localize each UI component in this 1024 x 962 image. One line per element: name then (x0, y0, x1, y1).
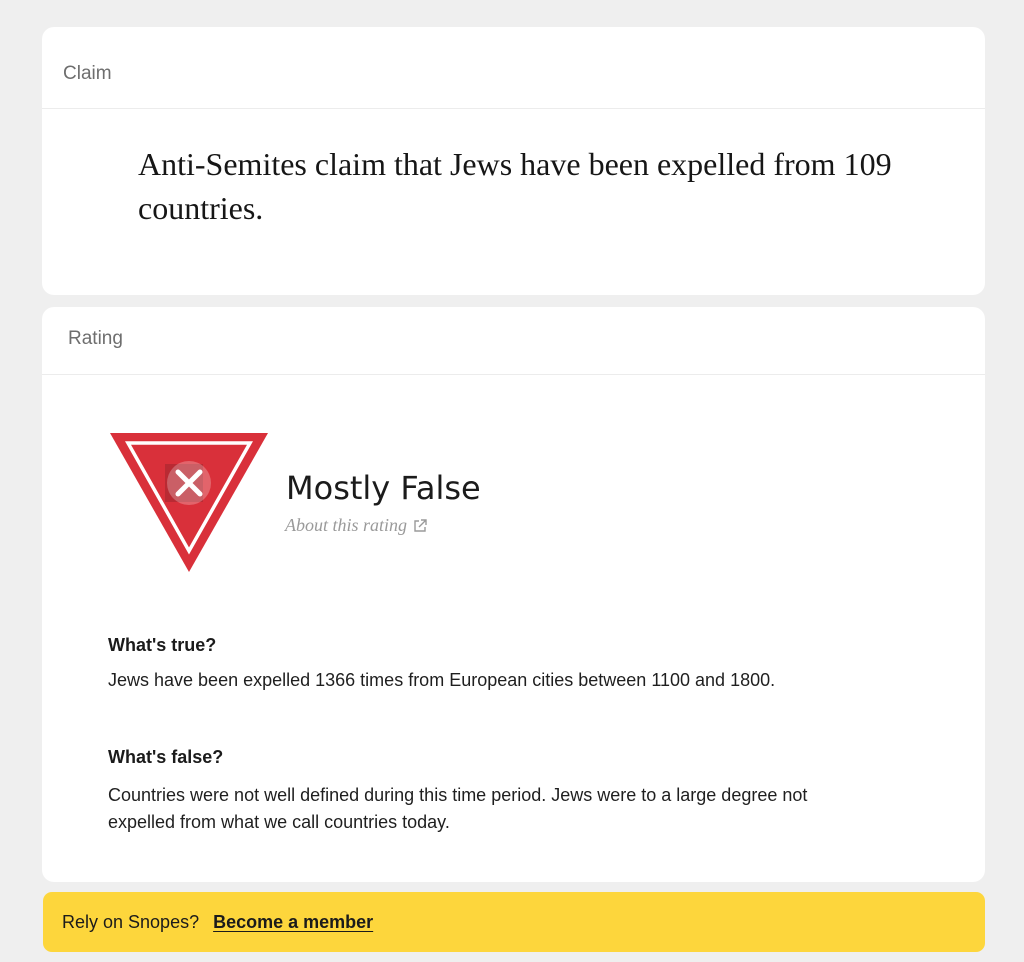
whats-true-text: Jews have been expelled 1366 times from … (108, 670, 776, 690)
membership-banner: Rely on Snopes? Become a member (43, 892, 985, 952)
claim-card: Claim Anti-Semites claim that Jews have … (42, 27, 985, 295)
mostly-false-icon (110, 433, 268, 572)
claim-text: Anti-Semites claim that Jews have been e… (138, 146, 892, 226)
about-rating-label: About this rating (285, 515, 408, 535)
rating-label: Rating (68, 328, 123, 349)
membership-prompt: Rely on Snopes? (62, 911, 200, 932)
whats-false-text: Countries were not well defined during t… (108, 785, 808, 832)
rating-card-header: Rating (42, 307, 985, 375)
external-link-icon (414, 518, 427, 532)
whats-true-heading: What's true? (108, 635, 217, 655)
become-member-link[interactable]: Become a member (213, 912, 373, 933)
rating-title: Mostly False (286, 469, 481, 507)
about-rating-link[interactable]: About this rating (285, 515, 427, 536)
claim-label: Claim (63, 63, 112, 84)
whats-false-heading: What's false? (108, 747, 224, 767)
claim-card-header: Claim (42, 27, 985, 109)
rating-card: Rating Mostly False About this rating Wh… (42, 307, 985, 882)
